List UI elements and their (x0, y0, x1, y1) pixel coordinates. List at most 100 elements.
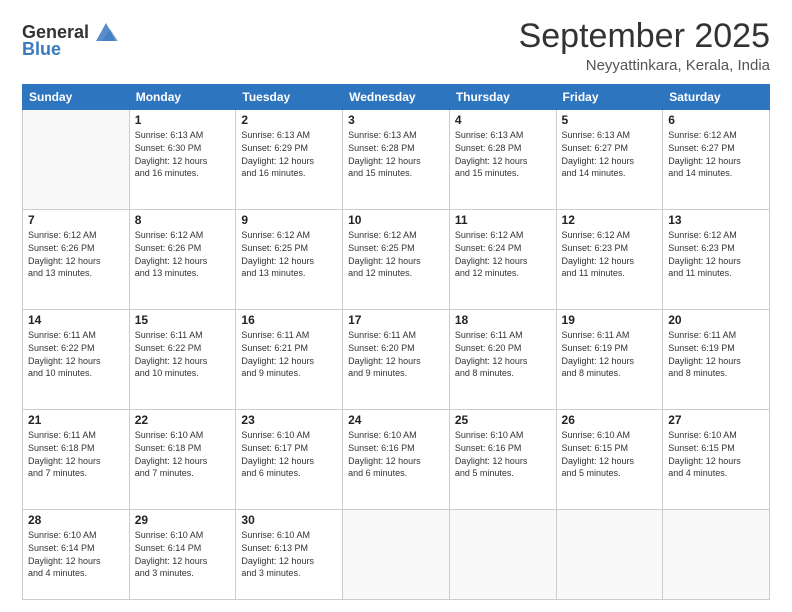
day-info: Sunrise: 6:11 AM Sunset: 6:20 PM Dayligh… (348, 329, 444, 379)
table-row: 1 Sunrise: 6:13 AM Sunset: 6:30 PM Daylig… (129, 110, 236, 210)
day-number: 24 (348, 413, 444, 427)
day-info: Sunrise: 6:13 AM Sunset: 6:30 PM Dayligh… (135, 129, 231, 179)
day-info: Sunrise: 6:11 AM Sunset: 6:22 PM Dayligh… (28, 329, 124, 379)
col-saturday: Saturday (663, 85, 770, 110)
table-row: 16 Sunrise: 6:11 AM Sunset: 6:21 PM Dayli… (236, 310, 343, 410)
col-thursday: Thursday (449, 85, 556, 110)
table-row (343, 510, 450, 600)
day-number: 25 (455, 413, 551, 427)
table-row: 15 Sunrise: 6:11 AM Sunset: 6:22 PM Dayli… (129, 310, 236, 410)
day-number: 30 (241, 513, 337, 527)
table-row (663, 510, 770, 600)
table-row: 26 Sunrise: 6:10 AM Sunset: 6:15 PM Dayli… (556, 410, 663, 510)
table-row: 11 Sunrise: 6:12 AM Sunset: 6:24 PM Dayli… (449, 210, 556, 310)
day-number: 21 (28, 413, 124, 427)
table-row: 3 Sunrise: 6:13 AM Sunset: 6:28 PM Daylig… (343, 110, 450, 210)
day-info: Sunrise: 6:10 AM Sunset: 6:13 PM Dayligh… (241, 529, 337, 579)
table-row: 12 Sunrise: 6:12 AM Sunset: 6:23 PM Dayli… (556, 210, 663, 310)
day-number: 23 (241, 413, 337, 427)
day-info: Sunrise: 6:12 AM Sunset: 6:25 PM Dayligh… (241, 229, 337, 279)
col-tuesday: Tuesday (236, 85, 343, 110)
col-monday: Monday (129, 85, 236, 110)
day-info: Sunrise: 6:10 AM Sunset: 6:18 PM Dayligh… (135, 429, 231, 479)
day-number: 27 (668, 413, 764, 427)
month-title: September 2025 (519, 18, 770, 55)
table-row: 6Sunrise: 6:12 AM Sunset: 6:27 PM Daylig… (663, 110, 770, 210)
day-number: 2 (241, 113, 337, 127)
day-info: Sunrise: 6:11 AM Sunset: 6:18 PM Dayligh… (28, 429, 124, 479)
day-info: Sunrise: 6:11 AM Sunset: 6:19 PM Dayligh… (668, 329, 764, 379)
day-number: 28 (28, 513, 124, 527)
col-wednesday: Wednesday (343, 85, 450, 110)
table-row: 24 Sunrise: 6:10 AM Sunset: 6:16 PM Dayli… (343, 410, 450, 510)
day-number: 14 (28, 313, 124, 327)
table-row (449, 510, 556, 600)
day-info: Sunrise: 6:10 AM Sunset: 6:15 PM Dayligh… (668, 429, 764, 479)
day-info: Sunrise: 6:10 AM Sunset: 6:16 PM Dayligh… (455, 429, 551, 479)
table-row: 4Sunrise: 6:13 AM Sunset: 6:28 PM Daylig… (449, 110, 556, 210)
day-number: 8 (135, 213, 231, 227)
table-row: 23 Sunrise: 6:10 AM Sunset: 6:17 PM Dayli… (236, 410, 343, 510)
table-row: 9 Sunrise: 6:12 AM Sunset: 6:25 PM Daylig… (236, 210, 343, 310)
day-number: 5 (562, 113, 658, 127)
day-number: 9 (241, 213, 337, 227)
table-row: 22 Sunrise: 6:10 AM Sunset: 6:18 PM Dayli… (129, 410, 236, 510)
day-number: 15 (135, 313, 231, 327)
day-info: Sunrise: 6:10 AM Sunset: 6:16 PM Dayligh… (348, 429, 444, 479)
day-number: 6 (668, 113, 764, 127)
table-row: 5 Sunrise: 6:13 AM Sunset: 6:27 PM Daylig… (556, 110, 663, 210)
day-number: 26 (562, 413, 658, 427)
day-info: Sunrise: 6:12 AM Sunset: 6:23 PM Dayligh… (668, 229, 764, 279)
day-info: Sunrise: 6:10 AM Sunset: 6:15 PM Dayligh… (562, 429, 658, 479)
day-number: 7 (28, 213, 124, 227)
day-number: 12 (562, 213, 658, 227)
day-number: 4 (455, 113, 551, 127)
day-number: 1 (135, 113, 231, 127)
table-row (556, 510, 663, 600)
day-number: 18 (455, 313, 551, 327)
table-row: 13Sunrise: 6:12 AM Sunset: 6:23 PM Dayli… (663, 210, 770, 310)
day-info: Sunrise: 6:12 AM Sunset: 6:26 PM Dayligh… (135, 229, 231, 279)
day-info: Sunrise: 6:11 AM Sunset: 6:19 PM Dayligh… (562, 329, 658, 379)
day-info: Sunrise: 6:11 AM Sunset: 6:21 PM Dayligh… (241, 329, 337, 379)
table-row: 14 Sunrise: 6:11 AM Sunset: 6:22 PM Dayli… (23, 310, 130, 410)
table-row: 17 Sunrise: 6:11 AM Sunset: 6:20 PM Dayli… (343, 310, 450, 410)
table-row: 2 Sunrise: 6:13 AM Sunset: 6:29 PM Daylig… (236, 110, 343, 210)
day-info: Sunrise: 6:10 AM Sunset: 6:14 PM Dayligh… (135, 529, 231, 579)
day-number: 20 (668, 313, 764, 327)
day-info: Sunrise: 6:10 AM Sunset: 6:17 PM Dayligh… (241, 429, 337, 479)
table-row: 19 Sunrise: 6:11 AM Sunset: 6:19 PM Dayli… (556, 310, 663, 410)
table-row: 28 Sunrise: 6:10 AM Sunset: 6:14 PM Dayli… (23, 510, 130, 600)
page: General Blue September 2025 Neyyattinkar… (0, 0, 792, 612)
logo: General Blue (22, 22, 120, 60)
day-info: Sunrise: 6:12 AM Sunset: 6:26 PM Dayligh… (28, 229, 124, 279)
day-number: 16 (241, 313, 337, 327)
day-number: 22 (135, 413, 231, 427)
top-section: General Blue September 2025 Neyyattinkar… (22, 18, 770, 74)
table-row: 27 Sunrise: 6:10 AM Sunset: 6:15 PM Dayli… (663, 410, 770, 510)
calendar-table: Sunday Monday Tuesday Wednesday Thursday… (22, 84, 770, 600)
col-sunday: Sunday (23, 85, 130, 110)
day-info: Sunrise: 6:10 AM Sunset: 6:14 PM Dayligh… (28, 529, 124, 579)
logo-blue-text: Blue (22, 39, 61, 60)
day-number: 3 (348, 113, 444, 127)
day-info: Sunrise: 6:11 AM Sunset: 6:22 PM Dayligh… (135, 329, 231, 379)
day-info: Sunrise: 6:13 AM Sunset: 6:29 PM Dayligh… (241, 129, 337, 179)
day-number: 29 (135, 513, 231, 527)
header-row: Sunday Monday Tuesday Wednesday Thursday… (23, 85, 770, 110)
table-row: 29 Sunrise: 6:10 AM Sunset: 6:14 PM Dayli… (129, 510, 236, 600)
title-section: September 2025 Neyyattinkara, Kerala, In… (519, 18, 770, 74)
day-info: Sunrise: 6:13 AM Sunset: 6:27 PM Dayligh… (562, 129, 658, 179)
day-number: 11 (455, 213, 551, 227)
day-info: Sunrise: 6:11 AM Sunset: 6:20 PM Dayligh… (455, 329, 551, 379)
day-number: 19 (562, 313, 658, 327)
logo-icon (92, 21, 120, 43)
day-info: Sunrise: 6:12 AM Sunset: 6:24 PM Dayligh… (455, 229, 551, 279)
day-info: Sunrise: 6:12 AM Sunset: 6:23 PM Dayligh… (562, 229, 658, 279)
table-row (23, 110, 130, 210)
table-row: 8 Sunrise: 6:12 AM Sunset: 6:26 PM Daylig… (129, 210, 236, 310)
day-number: 17 (348, 313, 444, 327)
table-row: 7 Sunrise: 6:12 AM Sunset: 6:26 PM Daylig… (23, 210, 130, 310)
day-number: 10 (348, 213, 444, 227)
day-info: Sunrise: 6:13 AM Sunset: 6:28 PM Dayligh… (348, 129, 444, 179)
